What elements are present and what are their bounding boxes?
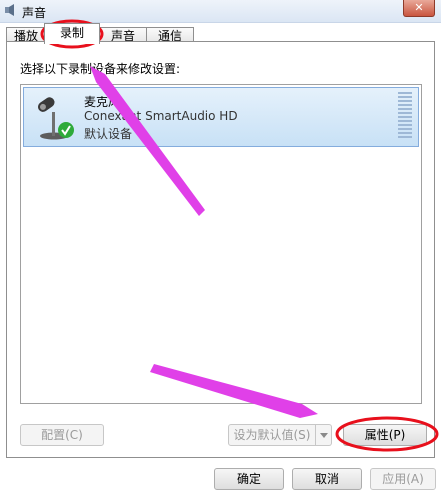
- apply-button[interactable]: 应用(A): [370, 468, 436, 490]
- level-meter: [398, 92, 412, 142]
- device-status: 默认设备: [84, 127, 133, 141]
- close-button[interactable]: ✕: [403, 0, 435, 17]
- device-row-microphone[interactable]: 麦克风 Conexant SmartAudio HD 默认设备: [23, 87, 419, 147]
- title-bar: 声音 ✕: [0, 0, 441, 23]
- window-title: 声音: [22, 6, 47, 20]
- properties-button[interactable]: 属性(P): [343, 424, 427, 446]
- device-list[interactable]: 麦克风 Conexant SmartAudio HD 默认设备: [20, 84, 422, 404]
- instruction-text: 选择以下录制设备来修改设置:: [20, 62, 181, 76]
- tab-recording[interactable]: 录制: [44, 23, 100, 44]
- speaker-icon: [5, 4, 14, 16]
- device-driver: Conexant SmartAudio HD: [84, 109, 238, 123]
- configure-button[interactable]: 配置(C): [20, 424, 104, 446]
- set-default-button[interactable]: 设为默认值(S): [228, 424, 316, 446]
- device-name: 麦克风: [84, 95, 121, 109]
- set-default-dropdown[interactable]: [316, 424, 332, 446]
- chevron-down-icon: [320, 433, 328, 438]
- cancel-button[interactable]: 取消: [292, 468, 362, 490]
- green-check-icon: [58, 122, 74, 138]
- microphone-icon: [37, 97, 74, 140]
- ok-button[interactable]: 确定: [214, 468, 284, 490]
